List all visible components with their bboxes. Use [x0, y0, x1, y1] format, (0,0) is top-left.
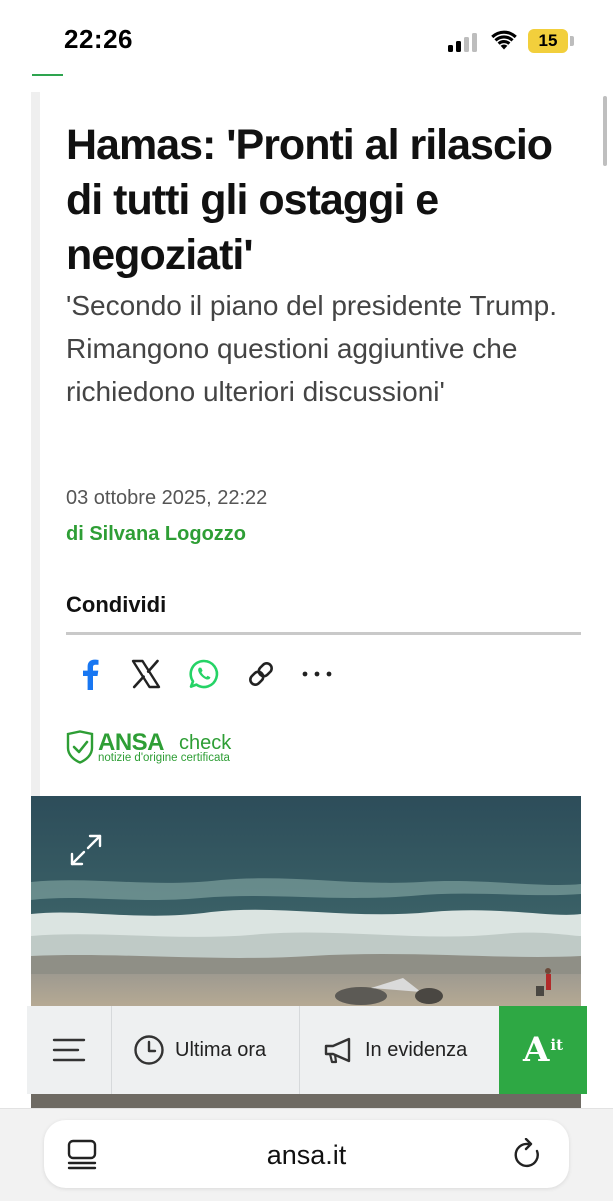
- link-icon: [249, 662, 273, 686]
- wifi-icon: [491, 30, 517, 50]
- ultima-ora-label: Ultima ora: [175, 1038, 267, 1061]
- battery-icon: 15: [528, 29, 568, 53]
- menu-button[interactable]: [27, 1006, 111, 1094]
- ansa-logo-suffix: it: [550, 1036, 564, 1054]
- expand-image-button[interactable]: [68, 832, 104, 868]
- clock-icon: [134, 1035, 164, 1065]
- x-icon: [131, 659, 161, 689]
- hamburger-menu-icon: [52, 1038, 86, 1062]
- ansa-logo-letter: A: [522, 1030, 550, 1070]
- article-headline: Hamas: 'Pronti al rilascio di tutti gli …: [66, 121, 553, 279]
- share-divider: [66, 632, 581, 635]
- article-subtitle: 'Secondo il piano del presidente Trump. …: [66, 290, 557, 407]
- address-bar[interactable]: ansa.it: [44, 1120, 569, 1188]
- reload-icon[interactable]: [512, 1138, 544, 1172]
- x-share-button[interactable]: [128, 656, 164, 692]
- ansa-check-badge[interactable]: ANSA check notizie d'origine certificata: [66, 728, 266, 768]
- beach-photo-image: [31, 796, 581, 1010]
- status-time: 22:26: [64, 24, 133, 54]
- article-side-rule: [31, 92, 40, 802]
- cellular-signal-icon: [448, 32, 480, 52]
- url-text[interactable]: ansa.it: [44, 1140, 569, 1171]
- more-icon: [302, 671, 332, 677]
- ansa-check-tagline: notizie d'origine certificata: [98, 752, 230, 764]
- battery-level: 15: [538, 31, 558, 50]
- facebook-share-button[interactable]: [72, 656, 108, 692]
- scrollbar-thumb[interactable]: [603, 96, 607, 166]
- nav-divider: [111, 1006, 112, 1094]
- in-evidenza-tab[interactable]: In evidenza: [323, 1006, 467, 1094]
- share-label: Condividi: [66, 592, 167, 617]
- whatsapp-icon: [189, 659, 219, 689]
- expand-icon: [70, 834, 102, 866]
- ansa-it-logo-button[interactable]: Ait: [499, 1006, 587, 1094]
- whatsapp-share-button[interactable]: [186, 656, 222, 692]
- facebook-icon: [83, 659, 99, 690]
- article-date: 03 ottobre 2025, 22:22: [66, 487, 268, 509]
- ultima-ora-tab[interactable]: Ultima ora: [133, 1006, 266, 1094]
- battery-tip: [570, 36, 574, 46]
- more-share-button[interactable]: [299, 656, 335, 692]
- verified-shield-icon: [66, 730, 94, 764]
- status-bar: 22:26 15: [0, 0, 613, 78]
- megaphone-icon: [324, 1037, 351, 1064]
- article-author[interactable]: di Silvana Logozzo: [66, 523, 246, 546]
- copy-link-button[interactable]: [243, 656, 279, 692]
- article-photo[interactable]: [31, 796, 581, 1010]
- in-evidenza-label: In evidenza: [365, 1038, 468, 1061]
- progress-indicator: [32, 74, 63, 76]
- nav-divider: [299, 1006, 300, 1094]
